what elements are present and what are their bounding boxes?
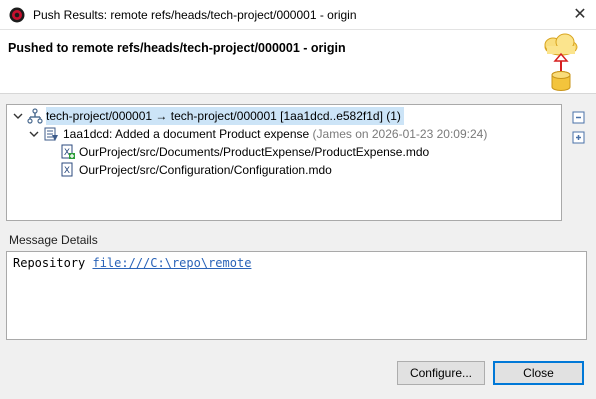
dialog-header: Pushed to remote refs/heads/tech-project…	[0, 30, 596, 94]
tree-row-ref[interactable]: tech-project/000001 → tech-project/00000…	[46, 107, 404, 125]
chevron-down-icon[interactable]	[13, 111, 23, 121]
file-path: OurProject/src/Configuration/Configurati…	[79, 163, 332, 177]
push-results-tree[interactable]: tech-project/000001 → tech-project/00000…	[6, 104, 562, 221]
collapse-all-icon[interactable]	[571, 110, 587, 126]
window-title: Push Results: remote refs/heads/tech-pro…	[33, 8, 357, 22]
message-details-label: Message Details	[9, 233, 98, 247]
close-button[interactable]: Close	[493, 361, 584, 385]
app-icon	[9, 7, 25, 23]
tree-row-file[interactable]: OurProject/src/Configuration/Configurati…	[79, 161, 332, 179]
header-title: Pushed to remote refs/heads/tech-project…	[8, 41, 346, 55]
chevron-down-icon[interactable]	[29, 129, 39, 139]
expand-all-icon[interactable]	[571, 130, 587, 146]
ref-label: tech-project/000001 → tech-project/00000…	[46, 109, 401, 123]
configure-button[interactable]: Configure...	[397, 361, 485, 385]
file-added-icon: X	[61, 144, 75, 159]
push-ref-icon	[27, 108, 43, 124]
window-close-button[interactable]: ✕	[570, 5, 590, 25]
tree-row-file[interactable]: OurProject/src/Documents/ProductExpense/…	[79, 143, 429, 161]
message-details-area[interactable]: Repository file:///C:\repo\remote	[6, 251, 587, 340]
title-bar: Push Results: remote refs/heads/tech-pro…	[0, 0, 596, 30]
file-path: OurProject/src/Documents/ProductExpense/…	[79, 145, 430, 159]
file-modified-icon: X	[61, 162, 73, 177]
push-cloud-database-icon	[544, 33, 578, 91]
message-prefix: Repository	[13, 256, 86, 270]
repository-link[interactable]: file:///C:\repo\remote	[92, 256, 251, 270]
commit-icon	[44, 127, 58, 141]
tree-row-commit[interactable]: 1aa1dcd: Added a document Product expens…	[63, 125, 487, 143]
commit-meta: (James on 2026-01-23 20:09:24)	[312, 127, 488, 141]
svg-text:X: X	[64, 166, 70, 176]
commit-label: 1aa1dcd: Added a document Product expens…	[63, 127, 310, 141]
